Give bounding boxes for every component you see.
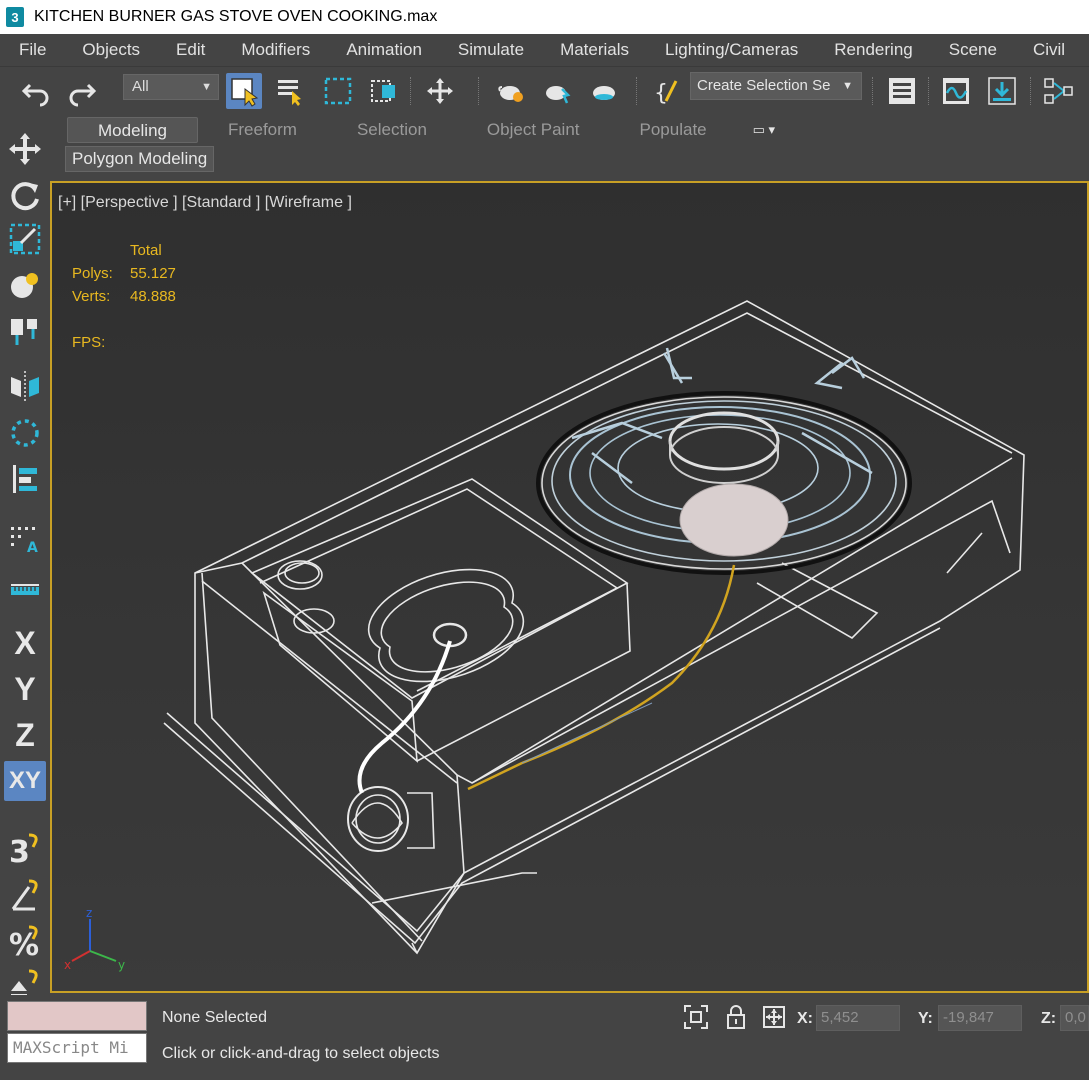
render-frame-icon[interactable] bbox=[540, 73, 576, 109]
menu-file[interactable]: File bbox=[0, 40, 64, 60]
scale-icon[interactable] bbox=[4, 219, 46, 259]
menu-modifiers[interactable]: Modifiers bbox=[223, 40, 328, 60]
isolate-selection-icon[interactable] bbox=[682, 1003, 710, 1031]
curve-editor-icon[interactable] bbox=[938, 73, 974, 109]
menu-lighting-cameras[interactable]: Lighting/Cameras bbox=[647, 40, 816, 60]
align-icon[interactable] bbox=[1040, 73, 1076, 109]
selection-status: None Selected bbox=[162, 1009, 267, 1026]
chevron-down-icon: ▼ bbox=[838, 73, 853, 99]
ribbon: Modeling Freeform Selection Object Paint… bbox=[60, 115, 1089, 179]
window-crossing-icon[interactable] bbox=[366, 73, 402, 109]
menu-edit[interactable]: Edit bbox=[158, 40, 223, 60]
place-icon[interactable] bbox=[4, 265, 46, 305]
maxscript-mini-listener[interactable]: MAXScript Mi bbox=[7, 1033, 147, 1063]
percent-snap-icon[interactable]: % bbox=[4, 921, 46, 961]
align-list-icon[interactable] bbox=[4, 459, 46, 499]
render-icon[interactable] bbox=[586, 73, 622, 109]
move-icon[interactable] bbox=[422, 73, 458, 109]
layer-explorer-icon[interactable] bbox=[884, 73, 920, 109]
gizmo-y-label: y bbox=[118, 958, 125, 972]
menu-objects[interactable]: Objects bbox=[64, 40, 158, 60]
render-setup-icon[interactable] bbox=[494, 73, 530, 109]
move-icon[interactable] bbox=[4, 129, 46, 169]
x-coordinate-field[interactable]: 5,452 bbox=[816, 1005, 900, 1031]
tab-object-paint[interactable]: Object Paint bbox=[457, 117, 610, 143]
selection-filter-value: All bbox=[132, 78, 149, 95]
gizmo-x-label: x bbox=[64, 958, 71, 972]
mirror-icon[interactable] bbox=[4, 367, 46, 407]
y-coordinate-label: Y: bbox=[918, 1010, 933, 1027]
spacing-tool-icon[interactable]: A bbox=[4, 519, 46, 559]
z-coordinate-field[interactable]: 0,0 bbox=[1060, 1005, 1089, 1031]
fps-label: FPS: bbox=[72, 334, 106, 351]
menu-scene[interactable]: Scene bbox=[931, 40, 1015, 60]
tab-modeling[interactable]: Modeling bbox=[67, 117, 198, 143]
select-by-name-icon[interactable] bbox=[272, 73, 308, 109]
undo-icon[interactable] bbox=[18, 73, 54, 109]
menu-simulate[interactable]: Simulate bbox=[440, 40, 542, 60]
y-coordinate-field[interactable]: -19,847 bbox=[938, 1005, 1022, 1031]
menu-civil[interactable]: Civil bbox=[1015, 40, 1083, 60]
menu-animation[interactable]: Animation bbox=[328, 40, 440, 60]
x-coordinate-label: X: bbox=[797, 1010, 813, 1027]
redo-icon[interactable] bbox=[64, 73, 100, 109]
schematic-view-icon[interactable] bbox=[984, 73, 1020, 109]
svg-text:{: { bbox=[654, 81, 668, 106]
rotate-icon[interactable] bbox=[4, 175, 46, 215]
left-command-strip: A X Y Z XY 3 % bbox=[0, 115, 50, 1000]
title-bar: 3 KITCHEN BURNER GAS STOVE OVEN COOKING.… bbox=[0, 0, 1089, 34]
menu-bar: File Objects Edit Modifiers Animation Si… bbox=[0, 34, 1089, 66]
axis-y-button[interactable]: Y bbox=[4, 669, 46, 709]
prompt-line: Click or click-and-drag to select object… bbox=[162, 1045, 440, 1062]
ribbon-tabs: Modeling Freeform Selection Object Paint… bbox=[60, 115, 1089, 145]
gizmo-z-label: z bbox=[86, 906, 92, 920]
measure-distance-icon[interactable] bbox=[4, 565, 46, 605]
rectangular-selection-icon[interactable] bbox=[320, 73, 356, 109]
app-logo-icon: 3 bbox=[6, 7, 24, 27]
window-title: KITCHEN BURNER GAS STOVE OVEN COOKING.ma… bbox=[34, 8, 438, 25]
angle-snap-icon[interactable] bbox=[4, 875, 46, 915]
selection-filter-dropdown[interactable]: All ▼ bbox=[123, 74, 219, 100]
chevron-down-icon: ▼ bbox=[201, 81, 212, 93]
ribbon-options-icon[interactable]: ▭ ▾ bbox=[753, 122, 775, 138]
tab-freeform[interactable]: Freeform bbox=[198, 117, 327, 143]
viewport-label-menu[interactable]: [+] [Perspective ] [Standard ] [Wirefram… bbox=[58, 194, 352, 212]
named-selection-set-dropdown[interactable]: Create Selection Se ▼ bbox=[690, 72, 862, 100]
scripting-icon[interactable]: { bbox=[648, 73, 684, 109]
svg-text:3: 3 bbox=[9, 835, 30, 869]
select-object-icon[interactable] bbox=[226, 73, 262, 109]
array-icon[interactable] bbox=[4, 413, 46, 453]
wireframe-scene[interactable]: z x y bbox=[52, 183, 1089, 993]
snaps-toggle-icon[interactable]: 3 bbox=[4, 829, 46, 869]
polygon-modeling-panel[interactable]: Polygon Modeling bbox=[65, 146, 215, 172]
stats-header: Total bbox=[130, 242, 162, 259]
maxscript-listener-output[interactable] bbox=[7, 1001, 147, 1031]
scene-statistics: Total Polys: 55.127 Verts: 48.888 FPS: bbox=[72, 239, 176, 354]
polys-value: 55.127 bbox=[130, 265, 176, 282]
selection-lock-icon[interactable] bbox=[722, 1003, 750, 1031]
z-coordinate-label: Z: bbox=[1041, 1010, 1057, 1027]
menu-materials[interactable]: Materials bbox=[542, 40, 647, 60]
tab-selection[interactable]: Selection bbox=[327, 117, 457, 143]
absolute-transform-icon[interactable] bbox=[760, 1003, 788, 1031]
select-and-link-icon[interactable] bbox=[4, 311, 46, 351]
named-selection-set-text: Create Selection Se bbox=[697, 77, 831, 94]
verts-label: Verts: bbox=[72, 288, 111, 305]
axis-x-button[interactable]: X bbox=[4, 623, 46, 663]
verts-value: 48.888 bbox=[130, 288, 176, 305]
menu-rendering[interactable]: Rendering bbox=[816, 40, 930, 60]
axis-z-button[interactable]: Z bbox=[4, 715, 46, 755]
svg-text:A: A bbox=[27, 540, 38, 556]
status-bar: MAXScript Mi None Selected Click or clic… bbox=[0, 995, 1089, 1080]
polys-label: Polys: bbox=[72, 265, 113, 282]
perspective-viewport[interactable]: z x y [+] [Perspective ] [Standard ] [Wi… bbox=[50, 181, 1089, 993]
tab-populate[interactable]: Populate bbox=[610, 117, 737, 143]
axis-xy-button[interactable]: XY bbox=[4, 761, 46, 801]
